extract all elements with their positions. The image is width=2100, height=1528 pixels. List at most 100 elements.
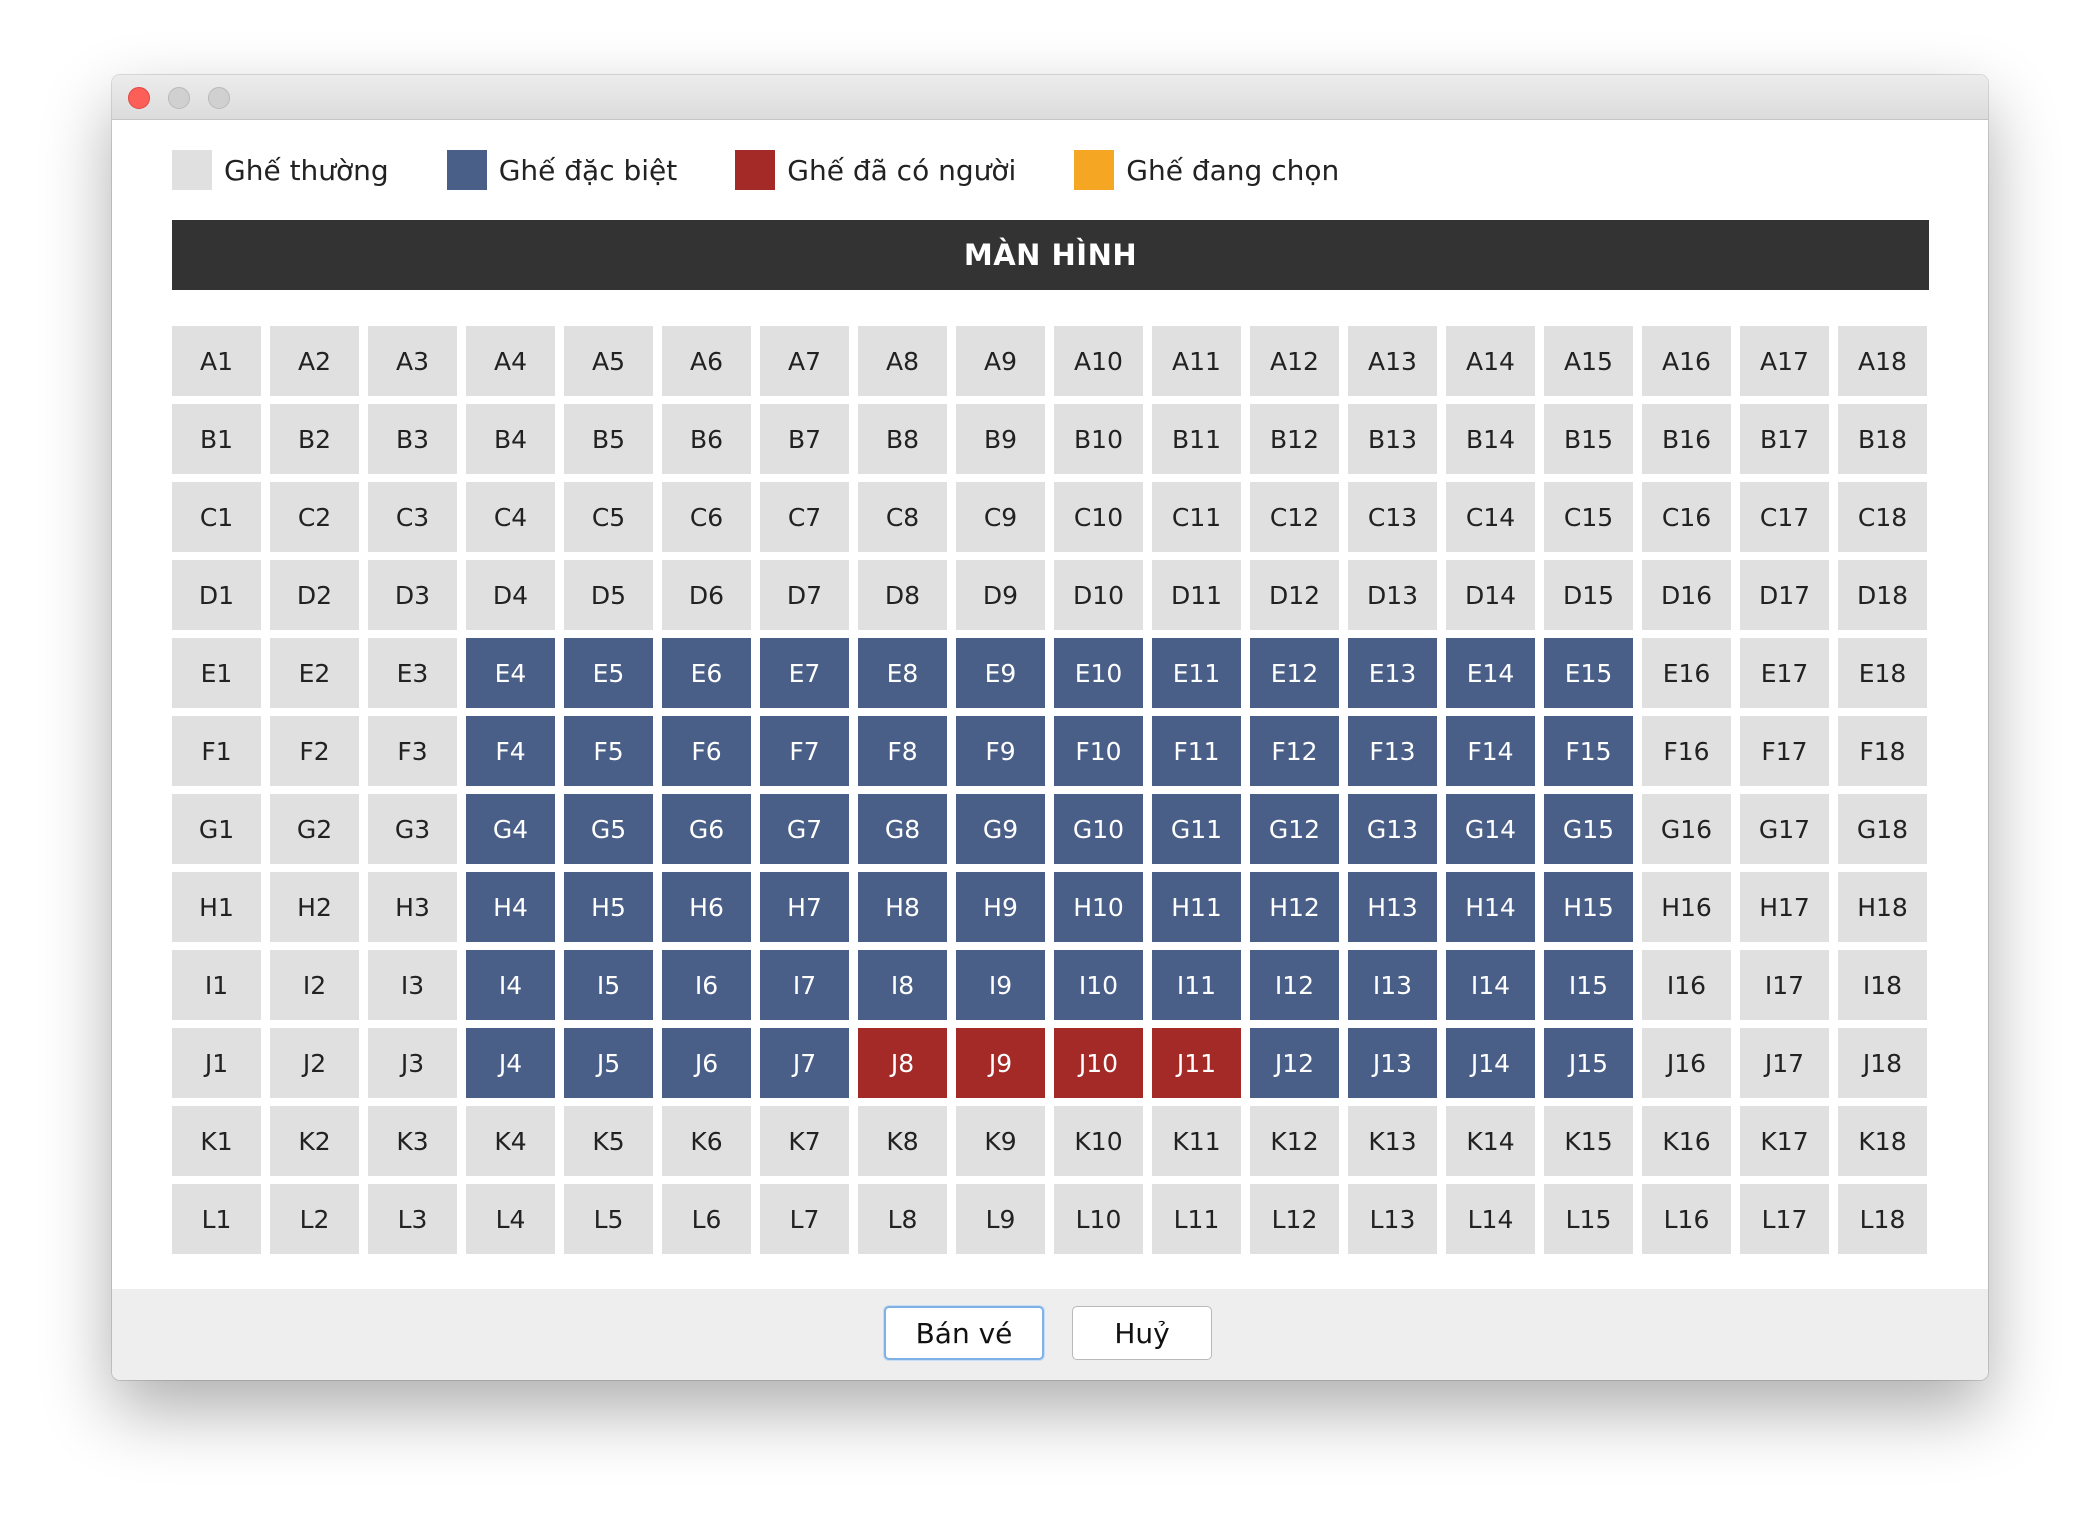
seat-i9[interactable]: I9 xyxy=(956,950,1045,1020)
seat-l9[interactable]: L9 xyxy=(956,1184,1045,1254)
seat-f13[interactable]: F13 xyxy=(1348,716,1437,786)
seat-k10[interactable]: K10 xyxy=(1054,1106,1143,1176)
seat-l17[interactable]: L17 xyxy=(1740,1184,1829,1254)
seat-l4[interactable]: L4 xyxy=(466,1184,555,1254)
seat-f11[interactable]: F11 xyxy=(1152,716,1241,786)
seat-h4[interactable]: H4 xyxy=(466,872,555,942)
seat-c17[interactable]: C17 xyxy=(1740,482,1829,552)
seat-e7[interactable]: E7 xyxy=(760,638,849,708)
seat-i5[interactable]: I5 xyxy=(564,950,653,1020)
seat-d10[interactable]: D10 xyxy=(1054,560,1143,630)
seat-i10[interactable]: I10 xyxy=(1054,950,1143,1020)
seat-i2[interactable]: I2 xyxy=(270,950,359,1020)
seat-k1[interactable]: K1 xyxy=(172,1106,261,1176)
seat-c2[interactable]: C2 xyxy=(270,482,359,552)
seat-g3[interactable]: G3 xyxy=(368,794,457,864)
seat-a8[interactable]: A8 xyxy=(858,326,947,396)
seat-f15[interactable]: F15 xyxy=(1544,716,1633,786)
seat-i12[interactable]: I12 xyxy=(1250,950,1339,1020)
seat-d12[interactable]: D12 xyxy=(1250,560,1339,630)
seat-h10[interactable]: H10 xyxy=(1054,872,1143,942)
seat-j2[interactable]: J2 xyxy=(270,1028,359,1098)
seat-d1[interactable]: D1 xyxy=(172,560,261,630)
seat-k2[interactable]: K2 xyxy=(270,1106,359,1176)
seat-i17[interactable]: I17 xyxy=(1740,950,1829,1020)
seat-e8[interactable]: E8 xyxy=(858,638,947,708)
seat-h1[interactable]: H1 xyxy=(172,872,261,942)
seat-h6[interactable]: H6 xyxy=(662,872,751,942)
seat-f10[interactable]: F10 xyxy=(1054,716,1143,786)
seat-f18[interactable]: F18 xyxy=(1838,716,1927,786)
seat-j13[interactable]: J13 xyxy=(1348,1028,1437,1098)
seat-g1[interactable]: G1 xyxy=(172,794,261,864)
seat-c4[interactable]: C4 xyxy=(466,482,555,552)
seat-g11[interactable]: G11 xyxy=(1152,794,1241,864)
seat-c10[interactable]: C10 xyxy=(1054,482,1143,552)
seat-f17[interactable]: F17 xyxy=(1740,716,1829,786)
seat-a2[interactable]: A2 xyxy=(270,326,359,396)
seat-e12[interactable]: E12 xyxy=(1250,638,1339,708)
seat-h12[interactable]: H12 xyxy=(1250,872,1339,942)
seat-k9[interactable]: K9 xyxy=(956,1106,1045,1176)
seat-g14[interactable]: G14 xyxy=(1446,794,1535,864)
seat-f2[interactable]: F2 xyxy=(270,716,359,786)
cancel-button[interactable]: Huỷ xyxy=(1072,1306,1212,1360)
seat-g7[interactable]: G7 xyxy=(760,794,849,864)
seat-a11[interactable]: A11 xyxy=(1152,326,1241,396)
seat-h13[interactable]: H13 xyxy=(1348,872,1437,942)
seat-h17[interactable]: H17 xyxy=(1740,872,1829,942)
seat-l13[interactable]: L13 xyxy=(1348,1184,1437,1254)
seat-j14[interactable]: J14 xyxy=(1446,1028,1535,1098)
seat-k3[interactable]: K3 xyxy=(368,1106,457,1176)
seat-k4[interactable]: K4 xyxy=(466,1106,555,1176)
seat-l10[interactable]: L10 xyxy=(1054,1184,1143,1254)
seat-b14[interactable]: B14 xyxy=(1446,404,1535,474)
seat-b18[interactable]: B18 xyxy=(1838,404,1927,474)
seat-g10[interactable]: G10 xyxy=(1054,794,1143,864)
seat-j6[interactable]: J6 xyxy=(662,1028,751,1098)
seat-k18[interactable]: K18 xyxy=(1838,1106,1927,1176)
seat-g9[interactable]: G9 xyxy=(956,794,1045,864)
seat-b15[interactable]: B15 xyxy=(1544,404,1633,474)
seat-l6[interactable]: L6 xyxy=(662,1184,751,1254)
seat-e3[interactable]: E3 xyxy=(368,638,457,708)
seat-g17[interactable]: G17 xyxy=(1740,794,1829,864)
seat-e18[interactable]: E18 xyxy=(1838,638,1927,708)
seat-l5[interactable]: L5 xyxy=(564,1184,653,1254)
seat-c8[interactable]: C8 xyxy=(858,482,947,552)
seat-i3[interactable]: I3 xyxy=(368,950,457,1020)
seat-a6[interactable]: A6 xyxy=(662,326,751,396)
seat-a17[interactable]: A17 xyxy=(1740,326,1829,396)
seat-l12[interactable]: L12 xyxy=(1250,1184,1339,1254)
seat-i15[interactable]: I15 xyxy=(1544,950,1633,1020)
seat-e9[interactable]: E9 xyxy=(956,638,1045,708)
seat-a7[interactable]: A7 xyxy=(760,326,849,396)
seat-d9[interactable]: D9 xyxy=(956,560,1045,630)
seat-a14[interactable]: A14 xyxy=(1446,326,1535,396)
seat-c3[interactable]: C3 xyxy=(368,482,457,552)
seat-f6[interactable]: F6 xyxy=(662,716,751,786)
seat-a4[interactable]: A4 xyxy=(466,326,555,396)
seat-g5[interactable]: G5 xyxy=(564,794,653,864)
seat-l2[interactable]: L2 xyxy=(270,1184,359,1254)
seat-l11[interactable]: L11 xyxy=(1152,1184,1241,1254)
seat-l18[interactable]: L18 xyxy=(1838,1184,1927,1254)
seat-d15[interactable]: D15 xyxy=(1544,560,1633,630)
seat-h7[interactable]: H7 xyxy=(760,872,849,942)
seat-d14[interactable]: D14 xyxy=(1446,560,1535,630)
seat-f16[interactable]: F16 xyxy=(1642,716,1731,786)
seat-e2[interactable]: E2 xyxy=(270,638,359,708)
seat-k6[interactable]: K6 xyxy=(662,1106,751,1176)
seat-h9[interactable]: H9 xyxy=(956,872,1045,942)
seat-f9[interactable]: F9 xyxy=(956,716,1045,786)
seat-c13[interactable]: C13 xyxy=(1348,482,1437,552)
seat-j3[interactable]: J3 xyxy=(368,1028,457,1098)
seat-d5[interactable]: D5 xyxy=(564,560,653,630)
seat-j17[interactable]: J17 xyxy=(1740,1028,1829,1098)
seat-e10[interactable]: E10 xyxy=(1054,638,1143,708)
seat-d17[interactable]: D17 xyxy=(1740,560,1829,630)
seat-f1[interactable]: F1 xyxy=(172,716,261,786)
seat-b11[interactable]: B11 xyxy=(1152,404,1241,474)
seat-k14[interactable]: K14 xyxy=(1446,1106,1535,1176)
seat-k11[interactable]: K11 xyxy=(1152,1106,1241,1176)
